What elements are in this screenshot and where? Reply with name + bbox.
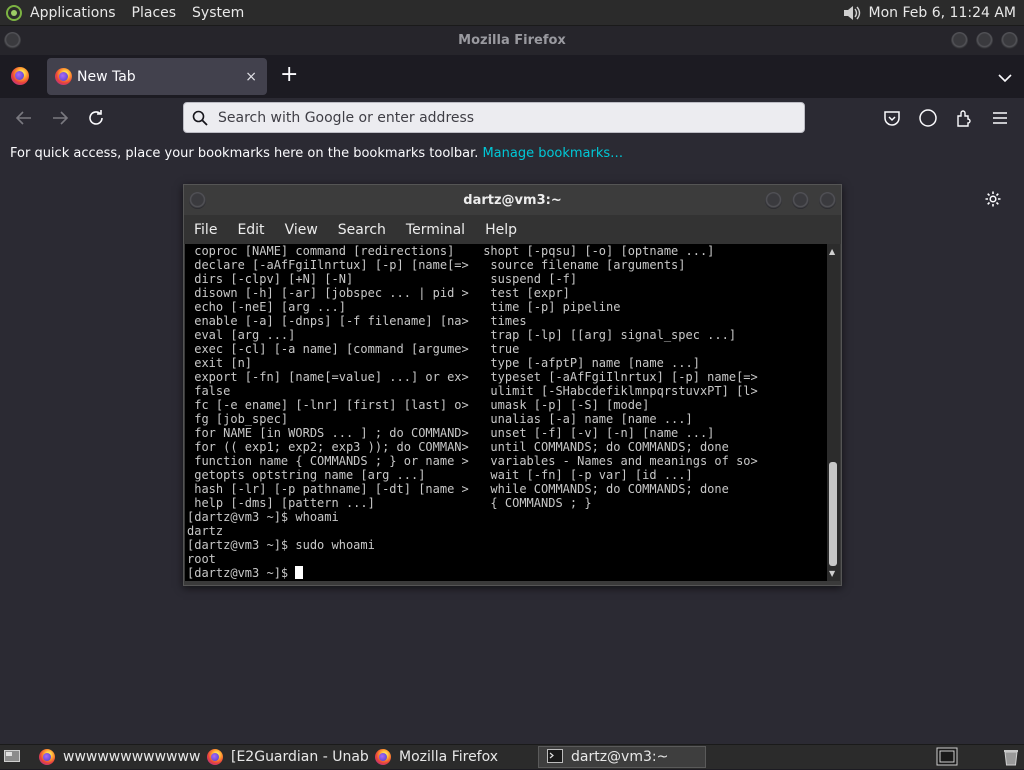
menu-help[interactable]: Help (485, 222, 517, 238)
taskbar-item-active[interactable]: dartz@vm3:~ (538, 746, 706, 768)
forward-arrow-icon[interactable] (50, 108, 70, 128)
terminal-line: hash [-lr] [-p pathname] [-dt] [name > w… (187, 482, 729, 496)
terminal-line: coproc [NAME] command [redirections] sho… (187, 244, 715, 258)
gnome-logo-icon[interactable] (6, 4, 22, 21)
gear-icon[interactable] (984, 190, 1002, 212)
pocket-icon[interactable] (882, 108, 902, 128)
firefox-titlebar[interactable]: Mozilla Firefox (0, 26, 1024, 55)
minimize-button[interactable] (765, 192, 782, 209)
terminal-window[interactable]: dartz@vm3:~ File Edit View Search Termin… (183, 184, 842, 586)
tab-label: New Tab (77, 68, 136, 85)
url-input[interactable] (216, 108, 780, 127)
firefox-view-icon[interactable] (11, 67, 29, 85)
terminal-line: getopts optstring name [arg ...] wait [-… (187, 468, 693, 482)
menu-search[interactable]: Search (338, 222, 386, 238)
chevron-down-icon[interactable] (998, 68, 1012, 87)
volume-icon[interactable] (841, 3, 863, 23)
menu-terminal[interactable]: Terminal (406, 222, 465, 238)
terminal-line: for (( exp1; exp2; exp3 )); do COMMAN> u… (187, 440, 729, 454)
tab-bar: New Tab × + (0, 55, 1024, 98)
minimize-button[interactable] (951, 32, 968, 49)
terminal-menubar: File Edit View Search Terminal Help (184, 215, 841, 244)
terminal-line: for NAME [in WORDS ... ] ; do COMMAND> u… (187, 426, 715, 440)
terminal-line: [dartz@vm3 ~]$ sudo whoami (187, 538, 375, 552)
firefox-icon (375, 749, 391, 765)
address-bar[interactable] (183, 102, 805, 133)
terminal-line: dirs [-clpv] [+N] [-N] suspend [-f] (187, 272, 578, 286)
terminal-line: root (187, 552, 216, 566)
terminal-line: [dartz@vm3 ~]$ (187, 566, 296, 580)
terminal-line: eval [arg ...] trap [-lp] [[arg] signal_… (187, 328, 737, 342)
taskbar-item[interactable]: wwwwwwwwwwwwww... (30, 746, 202, 768)
maximize-button[interactable] (976, 32, 993, 49)
reload-icon[interactable] (86, 108, 106, 128)
terminal-line: disown [-h] [-ar] [jobspec ... | pid > t… (187, 286, 570, 300)
terminal-line: function name { COMMANDS ; } or name > v… (187, 454, 758, 468)
show-desktop-icon[interactable] (4, 749, 20, 763)
applications-menu[interactable]: Applications (22, 5, 124, 21)
scroll-up-icon[interactable]: ▲ (829, 247, 835, 256)
terminal-line: fg [job_spec] unalias [-a] name [name ..… (187, 412, 693, 426)
firefox-icon (39, 749, 55, 765)
firefox-icon (207, 749, 223, 765)
clock[interactable]: Mon Feb 6, 11:24 AM (863, 5, 1020, 21)
bottom-panel: wwwwwwwwwwwwww... [E2Guardian - Unab... … (0, 744, 1024, 769)
back-arrow-icon[interactable] (14, 108, 34, 128)
account-icon[interactable] (918, 108, 938, 128)
terminal-line: enable [-a] [-dnps] [-f filename] [na> t… (187, 314, 527, 328)
terminal-line: echo [-neE] [arg ...] time [-p] pipeline (187, 300, 621, 314)
places-menu[interactable]: Places (124, 5, 185, 21)
firefox-icon (55, 68, 72, 85)
bookmarks-toolbar: For quick access, place your bookmarks h… (0, 138, 1024, 169)
scrollbar-thumb[interactable] (829, 462, 837, 566)
terminal-line: exit [n] type [-afptP] name [name ...] (187, 356, 700, 370)
system-menu[interactable]: System (184, 5, 252, 21)
terminal-title: dartz@vm3:~ (463, 192, 562, 208)
bookmarks-message: For quick access, place your bookmarks h… (10, 146, 479, 161)
top-panel: Applications Places System Mon Feb 6, 11… (0, 0, 1024, 26)
terminal-line: exec [-cl] [-a name] [command [argume> t… (187, 342, 520, 356)
hamburger-menu-icon[interactable] (990, 108, 1010, 128)
search-icon (192, 110, 208, 126)
navigation-toolbar (0, 98, 1024, 138)
terminal-line: dartz (187, 524, 224, 538)
terminal-line: fc [-e ename] [-lnr] [first] [last] o> u… (187, 398, 650, 412)
close-button[interactable] (1001, 32, 1018, 49)
terminal-line: declare [-aAfFgiIlnrtux] [-p] [name[=> s… (187, 258, 686, 272)
workspace-switcher-icon[interactable] (936, 747, 958, 766)
terminal-line: help [-dms] [pattern ...] { COMMANDS ; } (187, 496, 592, 510)
close-button[interactable] (819, 192, 836, 209)
terminal-icon (547, 749, 563, 765)
extensions-icon[interactable] (954, 108, 974, 128)
menu-file[interactable]: File (194, 222, 217, 238)
firefox-window-title: Mozilla Firefox (458, 33, 566, 48)
maximize-button[interactable] (792, 192, 809, 209)
trash-icon[interactable] (1002, 748, 1020, 766)
tab-close-icon[interactable]: × (245, 69, 257, 85)
taskbar-item-label: wwwwwwwwwwwwww... (63, 749, 201, 765)
terminal-cursor (295, 566, 304, 579)
terminal-screen[interactable]: coproc [NAME] command [redirections] sho… (185, 244, 827, 581)
terminal-line: false ulimit [-SHabcdefiklmnpqrstuvxPT] … (187, 384, 758, 398)
terminal-line: [dartz@vm3 ~]$ whoami (187, 510, 339, 524)
taskbar-item[interactable]: Mozilla Firefox (366, 746, 538, 768)
taskbar-item-label: Mozilla Firefox (399, 749, 499, 765)
scroll-down-icon[interactable]: ▼ (829, 569, 835, 578)
terminal-output: coproc [NAME] command [redirections] sho… (187, 244, 758, 580)
window-menu-button[interactable] (4, 32, 21, 49)
taskbar-item[interactable]: [E2Guardian - Unab... (198, 746, 370, 768)
window-menu-button[interactable] (189, 192, 206, 209)
terminal-line: export [-fn] [name[=value] ...] or ex> t… (187, 370, 758, 384)
terminal-scrollbar[interactable]: ▲ ▼ (827, 244, 840, 581)
tab-new-tab[interactable]: New Tab × (47, 58, 267, 95)
taskbar-item-label: [E2Guardian - Unab... (231, 749, 370, 765)
menu-view[interactable]: View (285, 222, 318, 238)
menu-edit[interactable]: Edit (237, 222, 264, 238)
new-tab-button[interactable]: + (280, 64, 298, 86)
taskbar-item-label: dartz@vm3:~ (571, 749, 669, 765)
terminal-titlebar[interactable]: dartz@vm3:~ (184, 185, 841, 215)
manage-bookmarks-link[interactable]: Manage bookmarks… (482, 146, 623, 161)
